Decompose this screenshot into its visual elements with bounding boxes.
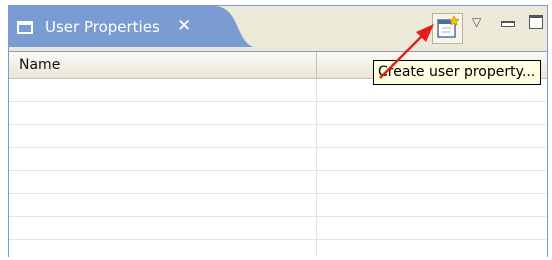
table-row[interactable] [9,102,547,125]
column-header-name[interactable]: Name [9,52,317,78]
value-cell [317,240,547,257]
name-cell [9,240,317,257]
name-cell [9,194,317,216]
table-row[interactable] [9,240,547,257]
table-row[interactable] [9,171,547,194]
name-cell [9,102,317,124]
value-cell [317,171,547,193]
view-icon [17,21,33,34]
name-cell [9,79,317,101]
user-properties-view: User Properties ✕ ▽ Name [8,5,548,257]
value-cell [317,102,547,124]
name-cell [9,148,317,170]
view-tab-bar: User Properties ✕ ▽ [9,6,547,48]
close-icon[interactable]: ✕ [177,16,191,36]
table-row[interactable] [9,217,547,240]
name-cell [9,171,317,193]
value-cell [317,125,547,147]
name-cell [9,125,317,147]
tab-title: User Properties [45,18,160,36]
value-cell [317,217,547,239]
value-cell [317,194,547,216]
create-user-property-tooltip: Create user property... [373,60,542,85]
maximize-icon[interactable] [529,15,543,29]
name-cell [9,217,317,239]
table-row[interactable] [9,148,547,171]
table-row[interactable] [9,194,547,217]
minimize-icon[interactable] [501,21,515,27]
create-property-icon [437,15,460,38]
table-row[interactable] [9,125,547,148]
create-user-property-button[interactable] [432,13,463,44]
view-menu-icon[interactable]: ▽ [472,15,481,29]
value-cell [317,148,547,170]
